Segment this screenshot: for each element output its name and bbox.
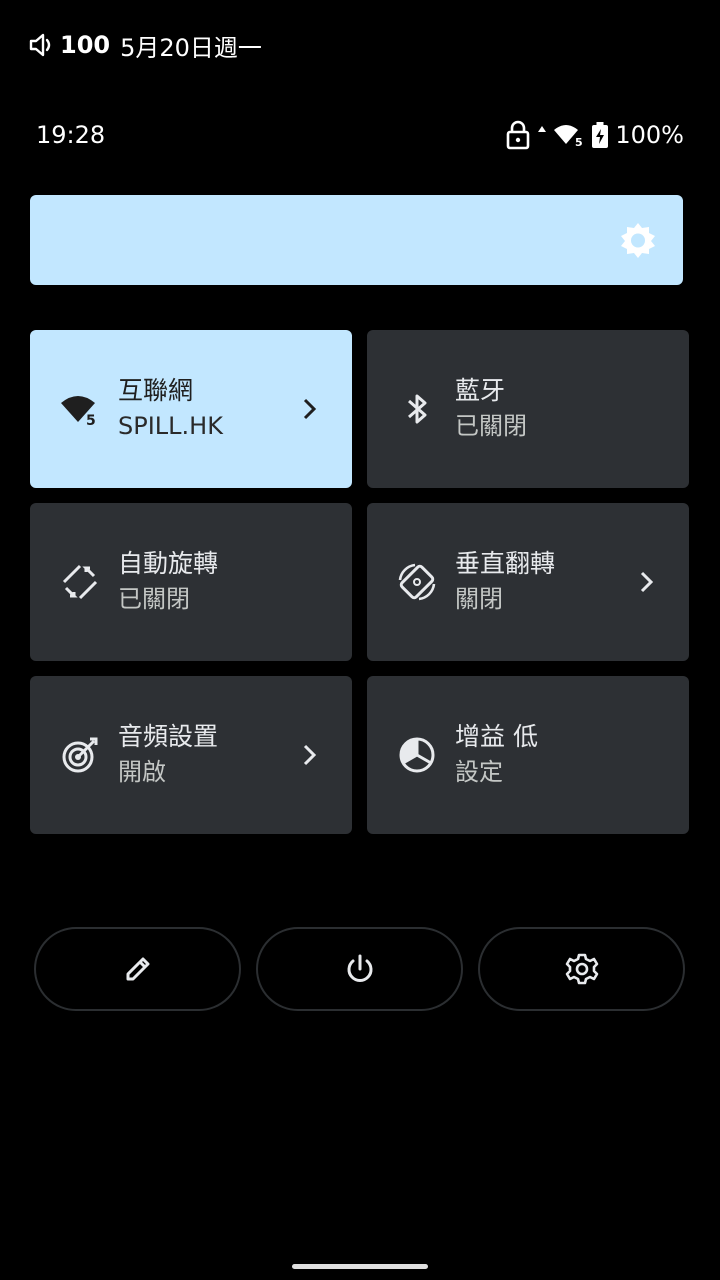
tile-subtitle: 設定 xyxy=(455,758,503,786)
home-gesture-bar[interactable] xyxy=(292,1264,428,1269)
lock-icon xyxy=(507,120,530,150)
tile-title: 藍牙 xyxy=(455,376,506,405)
tile-subtitle: SPILL.HK xyxy=(118,412,223,440)
edit-button[interactable] xyxy=(34,927,241,1011)
settings-gear-icon xyxy=(565,953,598,985)
wifi-5-icon: 5 xyxy=(61,396,96,429)
tile-title: 互聯網 xyxy=(118,376,194,405)
status-bar: 19:28 5 100% xyxy=(36,118,684,152)
volume-level: 100 xyxy=(60,31,111,59)
brightness-slider[interactable] xyxy=(30,195,683,285)
auto-rotate-icon xyxy=(62,564,98,600)
notification-header: 100 5月20日週一 xyxy=(28,28,262,62)
tile-title: 垂直翻轉 xyxy=(455,549,556,578)
tile-vertical-flip[interactable]: 垂直翻轉 關閉 xyxy=(367,503,689,661)
wifi-badge: 5 xyxy=(575,136,583,148)
tile-subtitle: 開啟 xyxy=(118,758,166,786)
battery-percent: 100% xyxy=(615,121,684,149)
edit-pencil-icon xyxy=(126,957,149,981)
date-label: 5月20日週一 xyxy=(120,33,262,62)
brightness-sun-icon xyxy=(621,223,655,258)
tile-gain[interactable]: 增益 低 設定 xyxy=(367,676,689,834)
status-icons: 5 100% xyxy=(505,120,684,150)
tile-subtitle: 已關閉 xyxy=(118,585,190,613)
tile-subtitle: 關閉 xyxy=(455,585,503,613)
clock: 19:28 xyxy=(36,121,106,149)
settings-button[interactable] xyxy=(478,927,685,1011)
tile-internet[interactable]: 5 互聯網 SPILL.HK xyxy=(30,330,352,488)
tile-subtitle: 已關閉 xyxy=(455,412,527,440)
chevron-right-icon xyxy=(303,398,317,420)
power-icon xyxy=(347,954,372,982)
vertical-flip-icon xyxy=(398,563,436,601)
chevron-right-icon xyxy=(640,571,654,593)
bluetooth-icon xyxy=(408,394,427,424)
chevron-right-icon xyxy=(303,744,317,766)
upload-arrow-icon xyxy=(538,126,547,132)
battery-charging-icon xyxy=(592,122,609,148)
tile-bluetooth[interactable]: 藍牙 已關閉 xyxy=(367,330,689,488)
audio-settings-icon xyxy=(62,737,98,773)
tile-title: 自動旋轉 xyxy=(118,549,219,578)
power-button[interactable] xyxy=(256,927,463,1011)
gain-icon xyxy=(399,737,435,773)
tile-title: 音頻設置 xyxy=(118,722,219,751)
speaker-icon xyxy=(29,33,51,57)
wifi-5-status-icon: 5 xyxy=(554,125,583,148)
tile-audio-settings[interactable]: 音頻設置 開啟 xyxy=(30,676,352,834)
tile-auto-rotate[interactable]: 自動旋轉 已關閉 xyxy=(30,503,352,661)
wifi-tile-badge: 5 xyxy=(86,413,96,429)
tile-title: 增益 低 xyxy=(455,722,538,751)
